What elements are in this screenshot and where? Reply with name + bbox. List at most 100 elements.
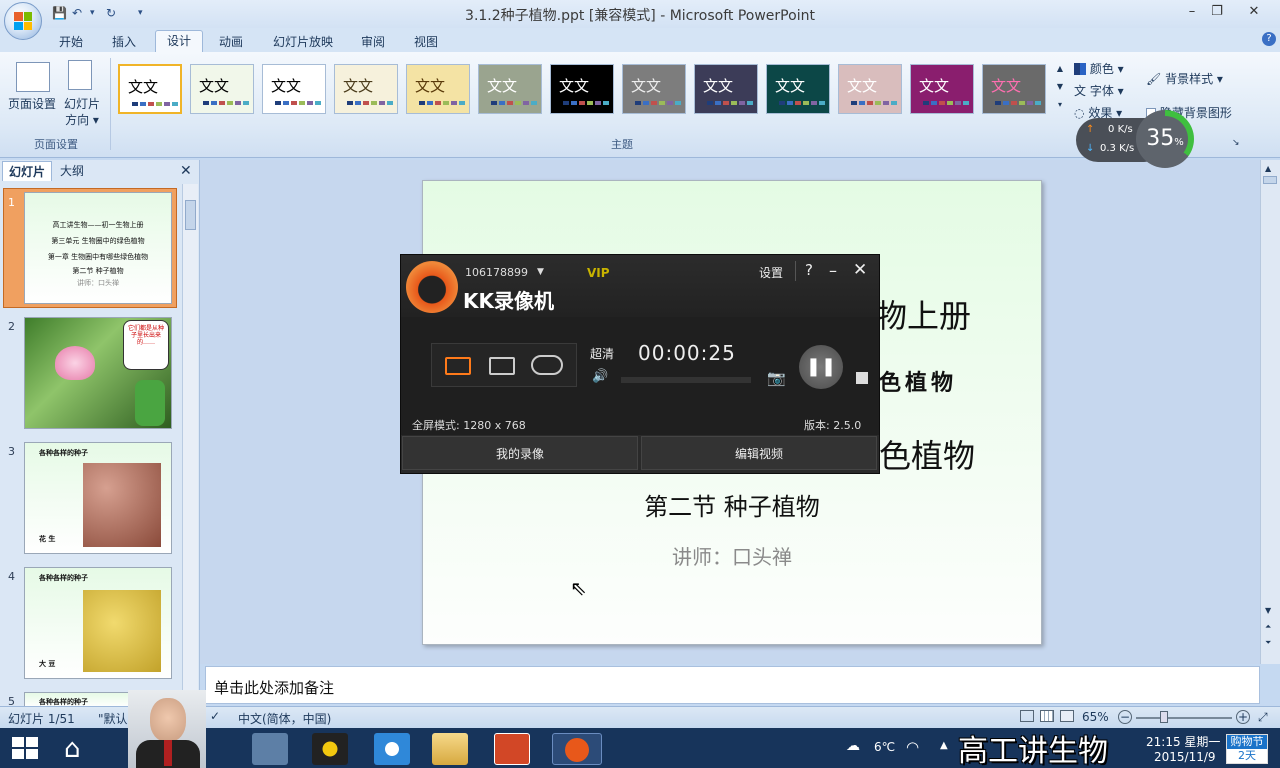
help-icon[interactable]: ? <box>1262 32 1276 46</box>
theme-option[interactable]: 文文 <box>118 64 182 114</box>
theme-option[interactable]: 文文 <box>766 64 830 114</box>
theme-option[interactable]: 文文 <box>982 64 1046 114</box>
kk-help-button[interactable]: ? <box>805 261 813 279</box>
minimize-button[interactable]: – <box>1180 3 1204 21</box>
theme-option[interactable]: 文文 <box>190 64 254 114</box>
cpu-usage-gauge[interactable]: 35% <box>1136 110 1194 168</box>
slide-thumbnail[interactable]: 各种各样的种子 大 豆 <box>24 567 172 679</box>
notes-pane[interactable]: 单击此处添加备注 <box>205 666 1260 704</box>
zoom-out-icon[interactable]: − <box>1118 710 1132 724</box>
theme-option[interactable]: 文文 <box>334 64 398 114</box>
theme-swatch <box>283 101 289 105</box>
theme-option[interactable]: 文文 <box>550 64 614 114</box>
kk-minimize-button[interactable]: – <box>829 261 837 280</box>
fonts-button[interactable]: 文 字体 ▾ <box>1074 82 1134 98</box>
tab-outline[interactable]: 大纲 <box>54 161 90 181</box>
slideshow-icon[interactable] <box>1060 710 1074 722</box>
windows-start-icon[interactable] <box>12 737 38 759</box>
tab-insert[interactable]: 插入 <box>101 32 147 52</box>
pause-button[interactable]: ❚❚ <box>799 345 843 389</box>
normal-view-icon[interactable] <box>1020 710 1034 722</box>
next-slide-icon[interactable]: ⏷ <box>1265 638 1271 648</box>
scroll-down-icon[interactable]: ▼ <box>1265 606 1271 615</box>
slide-orientation-button[interactable]: 幻灯片 方向 ▾ <box>62 96 102 128</box>
panel-scrollbar[interactable] <box>182 184 198 704</box>
kk-quality[interactable]: 超清 <box>590 345 614 362</box>
zoom-level[interactable]: 65% <box>1082 710 1109 724</box>
main-scroll-thumb[interactable] <box>1263 176 1277 184</box>
my-recordings-button[interactable]: 我的录像 <box>402 436 638 470</box>
restore-button[interactable]: ❐ <box>1205 3 1229 21</box>
undo-dropdown-icon[interactable]: ▾ <box>90 5 95 21</box>
kk-close-button[interactable]: ✕ <box>853 260 867 280</box>
wifi-icon[interactable]: ◠ <box>906 738 919 756</box>
background-style-button[interactable]: 🖌 背景样式 ▾ <box>1146 70 1246 88</box>
slide-thumbnail[interactable]: 高工讲生物——初一生物上册 第三单元 生物圈中的绿色植物 第一章 生物圈中有哪些… <box>24 192 172 304</box>
theme-option[interactable]: 文文 <box>262 64 326 114</box>
zoom-slider-thumb[interactable] <box>1160 711 1168 723</box>
zoom-slider[interactable] <box>1136 717 1232 719</box>
volume-icon[interactable]: 🔊 <box>592 369 608 384</box>
prev-slide-icon[interactable]: ⏶ <box>1265 622 1271 632</box>
slide-thumbnail[interactable]: 它们都是从种子里长出来的…… <box>24 317 172 429</box>
close-panel-icon[interactable]: ✕ <box>180 163 192 179</box>
theme-option[interactable]: 文文 <box>910 64 974 114</box>
page-setup-button[interactable]: 页面设置 <box>8 96 56 112</box>
tab-animation[interactable]: 动画 <box>208 32 254 52</box>
kk-recorder-taskbar-icon[interactable] <box>552 733 602 765</box>
tab-slideshow[interactable]: 幻灯片放映 <box>262 32 344 52</box>
powerpoint-taskbar-icon[interactable] <box>494 733 530 765</box>
control-panel-icon[interactable] <box>252 733 288 765</box>
kk-user-id[interactable]: 106178899 <box>465 266 528 279</box>
gallery-down-icon[interactable]: ▼ <box>1054 82 1066 98</box>
gallery-up-icon[interactable]: ▲ <box>1054 64 1066 80</box>
spellcheck-icon[interactable]: ✓ <box>210 709 220 723</box>
main-scrollbar[interactable]: ▲ ▼ ⏶ ⏷ <box>1260 160 1280 664</box>
theme-option[interactable]: 文文 <box>406 64 470 114</box>
colors-button[interactable]: 颜色 ▾ <box>1074 60 1134 76</box>
office-button[interactable] <box>4 2 42 40</box>
tab-slides[interactable]: 幻灯片 <box>2 161 53 181</box>
theme-option[interactable]: 文文 <box>622 64 686 114</box>
shopping-festival-badge[interactable]: 购物节 2天 <box>1226 734 1268 764</box>
zoom-in-icon[interactable]: + <box>1236 710 1250 724</box>
redo-icon[interactable]: ↻ <box>106 5 116 21</box>
fit-slide-icon[interactable]: ⤢ <box>1258 710 1268 725</box>
theme-option[interactable]: 文文 <box>838 64 902 114</box>
clock-time[interactable]: 21:15 星期一 <box>1146 733 1220 750</box>
clock-date[interactable]: 2015/11/9 <box>1154 750 1216 764</box>
scroll-up-icon[interactable]: ▲ <box>1265 164 1271 173</box>
browser-icon[interactable] <box>374 733 410 765</box>
game-mode-icon[interactable] <box>531 355 563 375</box>
edit-video-button[interactable]: 编辑视频 <box>641 436 877 470</box>
weather-icon[interactable]: ☁ <box>846 738 860 754</box>
language-indicator[interactable]: 中文(简体，中国) <box>238 710 331 727</box>
customize-qat-icon[interactable]: ▾ <box>138 5 143 21</box>
home-icon[interactable]: ⌂ <box>64 735 81 763</box>
qq-icon[interactable] <box>312 733 348 765</box>
tray-arrow-icon[interactable]: ▲ <box>940 740 948 751</box>
close-window-button[interactable]: ✕ <box>1242 3 1266 21</box>
tab-design[interactable]: 设计 <box>155 30 204 52</box>
save-icon[interactable]: 💾 <box>52 5 67 21</box>
tab-home[interactable]: 开始 <box>48 32 94 52</box>
kk-user-dropdown-icon[interactable]: ▼ <box>537 267 544 277</box>
dialog-launcher-icon[interactable]: ↘ <box>1232 138 1240 148</box>
screenshot-icon[interactable]: 📷 <box>767 369 786 387</box>
fullscreen-mode-icon[interactable] <box>445 357 471 375</box>
tab-review[interactable]: 审阅 <box>350 32 396 52</box>
kk-volume-bar[interactable] <box>621 377 751 383</box>
slide-thumbnail[interactable]: 各种各样的种子 花 生 <box>24 442 172 554</box>
theme-option[interactable]: 文文 <box>694 64 758 114</box>
theme-color-swatches <box>132 102 178 106</box>
theme-option[interactable]: 文文 <box>478 64 542 114</box>
tab-view[interactable]: 视图 <box>403 32 449 52</box>
gallery-more-icon[interactable]: ▾ <box>1054 100 1066 116</box>
stop-button[interactable] <box>856 372 868 384</box>
region-mode-icon[interactable] <box>489 357 515 375</box>
kk-settings-button[interactable]: 设置 <box>759 264 783 281</box>
undo-icon[interactable]: ↶ <box>72 5 82 21</box>
panel-scroll-thumb[interactable] <box>185 200 196 230</box>
slide-sorter-icon[interactable] <box>1040 710 1054 722</box>
file-explorer-icon[interactable] <box>432 733 468 765</box>
